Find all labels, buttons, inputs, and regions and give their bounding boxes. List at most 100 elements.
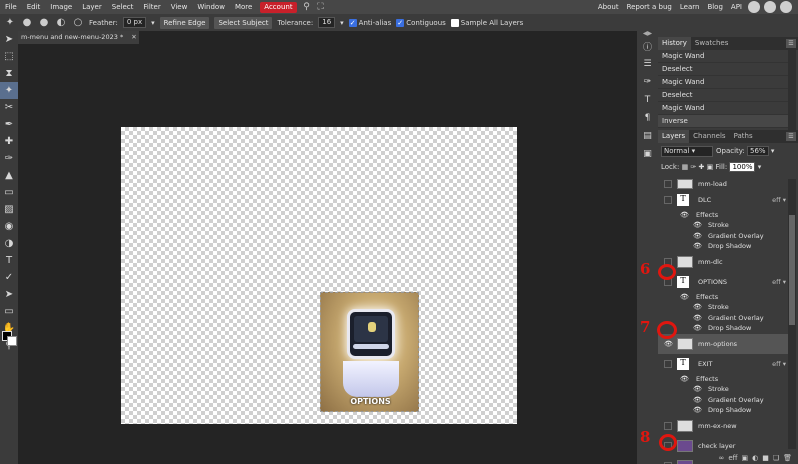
eye-icon[interactable]: 👁 — [693, 396, 702, 404]
close-icon[interactable]: ✕ — [131, 33, 136, 41]
blend-mode-select[interactable]: Normal ▾ — [661, 146, 713, 157]
menu-layer[interactable]: Layer — [77, 0, 107, 14]
tab-channels[interactable]: Channels — [689, 130, 729, 143]
feather-input[interactable]: 0 px — [122, 17, 147, 28]
fullscreen-icon[interactable]: ⛶ — [314, 2, 328, 12]
effect-row[interactable]: 👁 Stroke — [658, 220, 788, 231]
crop-tool-icon[interactable]: ✂ — [0, 99, 18, 116]
visibility-toggle[interactable] — [664, 359, 672, 368]
add-effect-icon[interactable]: eff — [728, 454, 737, 462]
add-mask-icon[interactable]: ▣ — [741, 454, 748, 462]
layer-row[interactable]: T EXIT eff ▾ — [658, 354, 788, 374]
tab-layers[interactable]: Layers — [658, 130, 690, 143]
eye-icon[interactable]: 👁 — [693, 314, 702, 322]
reddit-icon[interactable] — [748, 1, 760, 13]
tolerance-input[interactable]: 16 — [318, 17, 336, 28]
menu-edit[interactable]: Edit — [22, 0, 46, 14]
background-color-swatch[interactable] — [7, 336, 17, 346]
effect-row[interactable]: 👁 Drop Shadow — [658, 241, 788, 252]
menu-image[interactable]: Image — [45, 0, 77, 14]
healing-tool-icon[interactable]: ✚ — [0, 133, 18, 150]
effect-row[interactable]: 👁 Gradient Overlay — [658, 313, 788, 324]
history-item[interactable]: Deselect — [658, 89, 788, 102]
character-icon[interactable]: T — [637, 91, 658, 109]
visibility-toggle[interactable] — [664, 180, 672, 188]
eye-icon[interactable]: 👁 — [693, 303, 702, 311]
menu-filter[interactable]: Filter — [138, 0, 165, 14]
opacity-input[interactable]: 56% — [747, 146, 769, 156]
menu-more[interactable]: More — [230, 0, 257, 14]
eye-icon[interactable]: 👁 — [693, 221, 702, 229]
css-icon[interactable]: ▤ — [637, 127, 658, 145]
eraser-tool-icon[interactable]: ▭ — [0, 184, 18, 201]
shape-tool-icon[interactable]: ▭ — [0, 303, 18, 320]
marquee-tool-icon[interactable]: ⬚ — [0, 48, 18, 65]
tab-history[interactable]: History — [658, 37, 691, 50]
history-item[interactable]: Deselect — [658, 63, 788, 76]
link-blog[interactable]: Blog — [703, 0, 726, 14]
magic-wand-tool-icon[interactable]: ✦ — [0, 82, 18, 99]
blur-tool-icon[interactable]: ◉ — [0, 218, 18, 235]
link-layers-icon[interactable]: ∞ — [718, 454, 724, 462]
paragraph-icon[interactable]: ¶ — [637, 109, 658, 127]
effect-row[interactable]: 👁 Gradient Overlay — [658, 395, 788, 406]
layer-row[interactable]: mm-load — [658, 179, 788, 190]
layer-row[interactable]: T OPTIONS eff ▾ — [658, 272, 788, 292]
contiguous-checkbox[interactable]: ✓ Contiguous — [396, 18, 446, 27]
link-about[interactable]: About — [594, 0, 623, 14]
panel-menu-icon[interactable]: ☰ — [786, 39, 796, 48]
history-scrollbar[interactable] — [788, 50, 796, 130]
effect-row[interactable]: 👁 Gradient Overlay — [658, 231, 788, 242]
brush-tool-icon[interactable]: ✑ — [0, 150, 18, 167]
layer-row-selected[interactable]: 👁 mm-options — [658, 333, 788, 354]
visibility-toggle[interactable] — [664, 195, 672, 204]
scrollbar-thumb[interactable] — [789, 215, 795, 325]
anti-alias-checkbox[interactable]: ✓ Anti-alias — [348, 18, 391, 27]
lock-move-icon[interactable]: ✚ — [699, 163, 705, 171]
move-tool-icon[interactable]: ➤ — [0, 31, 18, 48]
lasso-tool-icon[interactable]: ⧗ — [0, 65, 18, 82]
layer-row[interactable]: T DLC eff ▾ — [658, 190, 788, 210]
effect-row[interactable]: 👁 Drop Shadow — [658, 405, 788, 416]
eyedropper-tool-icon[interactable]: ✒ — [0, 116, 18, 133]
eye-icon[interactable]: 👁 — [680, 211, 689, 219]
effect-row[interactable]: 👁 Drop Shadow — [658, 323, 788, 334]
panel-menu-icon[interactable]: ☰ — [786, 132, 796, 141]
eye-icon[interactable]: 👁 — [680, 293, 689, 301]
tab-paths[interactable]: Paths — [730, 130, 757, 143]
effects-toggle[interactable]: eff ▾ — [772, 195, 786, 206]
properties-icon[interactable]: ☰ — [637, 55, 658, 73]
layer-row[interactable]: mm-ex-new — [658, 416, 788, 436]
lock-all-icon[interactable]: ▣ — [707, 163, 714, 171]
effects-toggle[interactable]: eff ▾ — [772, 359, 786, 370]
feather-dropdown-icon[interactable]: ▾ — [151, 19, 155, 27]
adjustment-layer-icon[interactable]: ◐ — [752, 454, 758, 462]
history-item[interactable]: Inverse — [658, 115, 788, 128]
eye-icon[interactable]: 👁 — [693, 242, 702, 250]
search-icon[interactable]: ⚲ — [300, 2, 314, 12]
history-item[interactable]: Magic Wand — [658, 50, 788, 63]
type-tool-icon[interactable]: T — [0, 252, 18, 269]
menu-window[interactable]: Window — [192, 0, 230, 14]
brush-settings-icon[interactable]: ✑ — [637, 73, 658, 91]
effects-toggle[interactable]: eff ▾ — [772, 277, 786, 288]
eye-icon[interactable]: 👁 — [693, 385, 702, 393]
eye-icon[interactable]: 👁 — [693, 324, 702, 332]
eye-icon[interactable]: 👁 — [693, 232, 702, 240]
canvas[interactable]: OPTIONS — [121, 127, 517, 424]
pen-tool-icon[interactable]: ✓ — [0, 269, 18, 286]
tab-swatches[interactable]: Swatches — [691, 37, 732, 50]
twitter-icon[interactable] — [764, 1, 776, 13]
link-learn[interactable]: Learn — [676, 0, 704, 14]
tolerance-dropdown-icon[interactable]: ▾ — [340, 19, 344, 27]
info-icon[interactable]: ⓘ — [637, 37, 658, 55]
image-icon[interactable]: ▣ — [637, 145, 658, 163]
sample-all-layers-checkbox[interactable]: Sample All Layers — [450, 18, 523, 27]
account-button[interactable]: Account — [260, 1, 297, 13]
selection-intersect-icon[interactable]: ○ — [72, 17, 84, 29]
link-report-bug[interactable]: Report a bug — [623, 0, 676, 14]
lock-paint-icon[interactable]: ✑ — [690, 163, 696, 171]
delete-layer-icon[interactable]: 🗑 — [783, 454, 792, 462]
menu-view[interactable]: View — [166, 0, 193, 14]
gradient-tool-icon[interactable]: ▨ — [0, 201, 18, 218]
